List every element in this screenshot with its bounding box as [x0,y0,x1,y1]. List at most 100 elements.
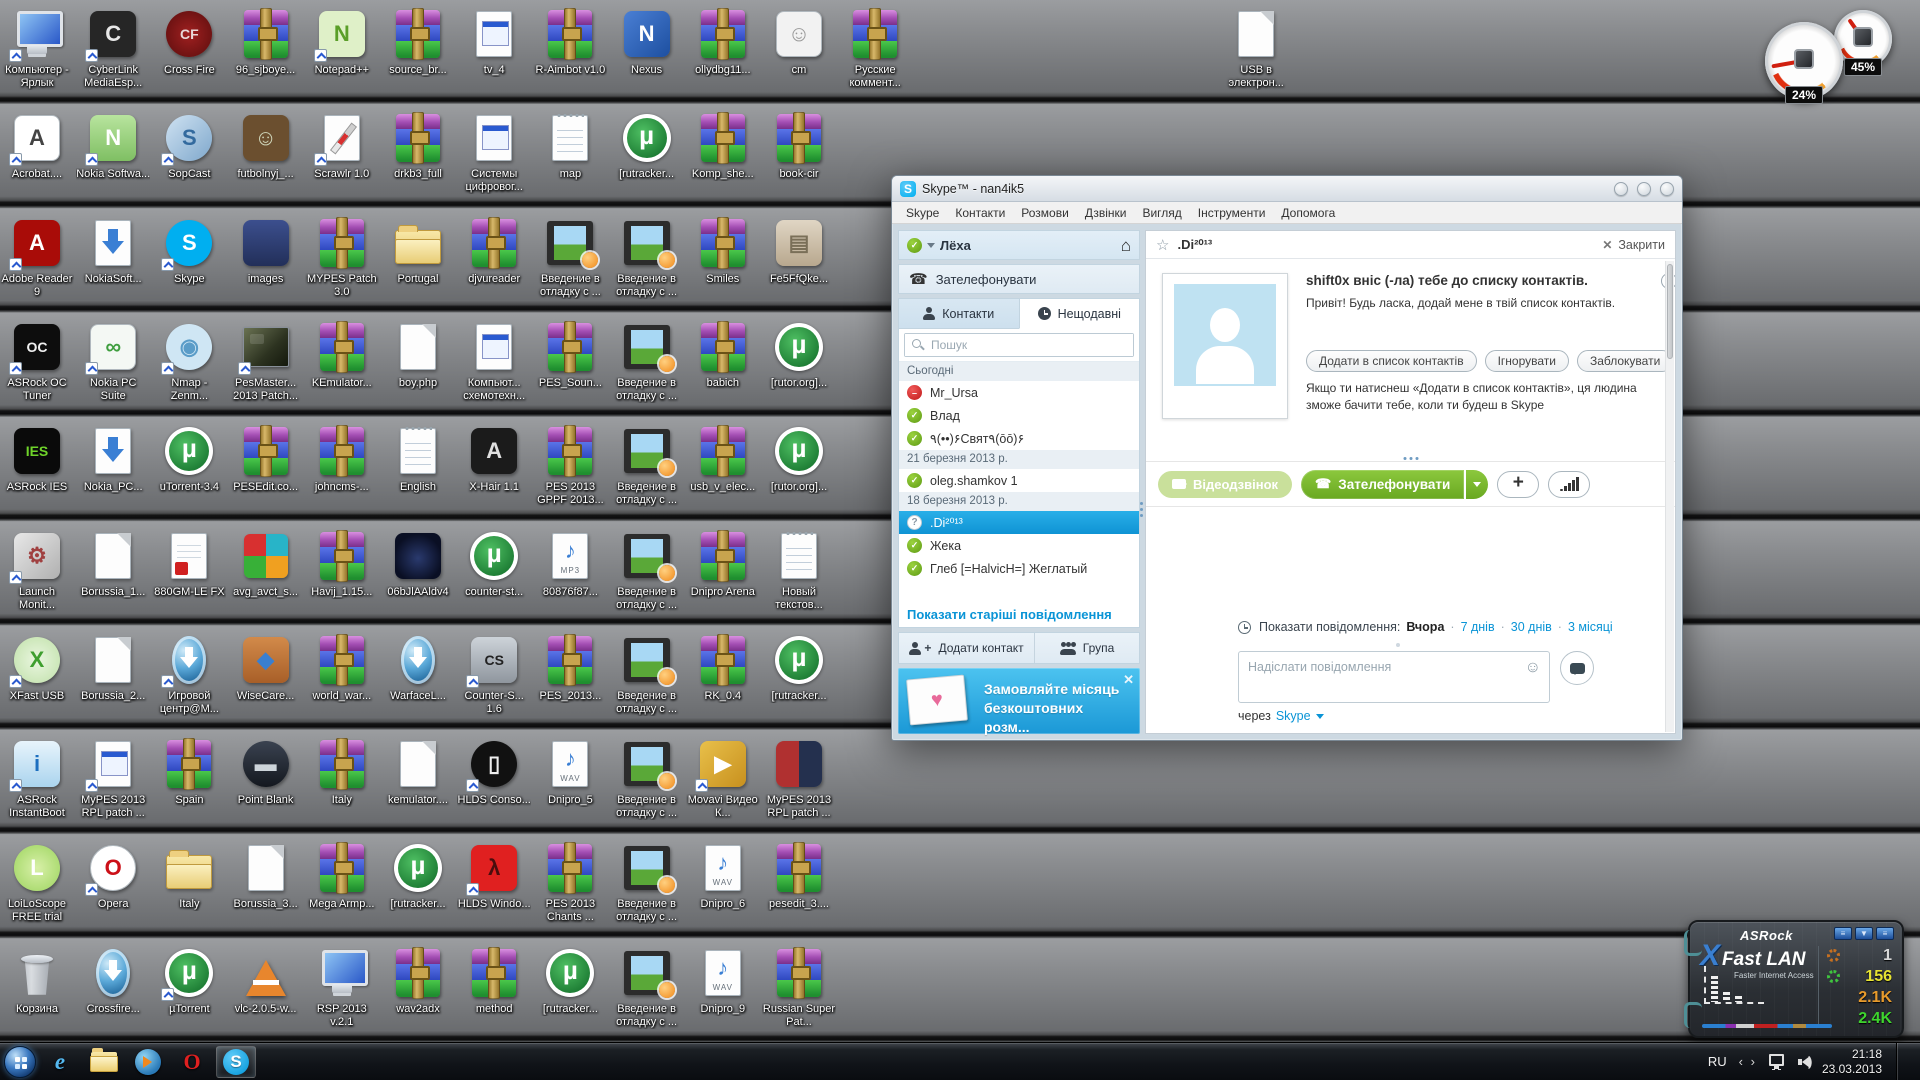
desktop-icon[interactable]: Введение в отладку с ... [611,321,683,403]
cpu-meter-gauge[interactable]: 24% [1765,22,1843,100]
add-contact-button[interactable]: + Додати контакт [899,633,1035,663]
desktop-icon[interactable]: PesMaster... 2013 Patch... [230,321,302,403]
menu-item-дзвінки[interactable]: Дзвінки [1077,204,1135,222]
contact-item[interactable]: ✓٩(••)۶Свят٩(ōō)۶ [899,427,1139,450]
desktop-icon[interactable]: Italy [153,842,225,911]
desktop-icon[interactable]: Компьют... схемотехн... [458,321,530,403]
call-button[interactable]: ☎ Зателефонувати [1301,470,1464,499]
promo-banner[interactable]: ♥ Замовляйте місяць безкоштовних розм...… [898,668,1140,734]
desktop-icon[interactable]: boy.php [382,321,454,390]
contact-item[interactable]: ?.Di²⁰¹³ [899,511,1139,534]
desktop-icon[interactable]: ▬Point Blank [230,738,302,807]
desktop-icon[interactable]: [rutor.org]... [763,425,835,494]
desktop-icon[interactable]: Введение в отладку с ... [611,530,683,612]
desktop-icon[interactable]: USB в электрон... [1220,8,1292,90]
history-range-link[interactable]: 3 місяці [1568,618,1613,637]
menu-item-допомога[interactable]: Допомога [1273,204,1343,222]
desktop-icon[interactable]: NNexus [611,8,683,77]
taskbar-mediaplayer-button[interactable] [128,1046,168,1078]
menu-item-контакти[interactable]: Контакти [947,204,1013,222]
menu-item-вигляд[interactable]: Вигляд [1134,204,1189,222]
desktop-icon[interactable]: LLoiLoScope FREE trial [1,842,73,924]
desktop-icon[interactable]: OOpera [77,842,149,911]
desktop-icon[interactable]: djvureader [458,217,530,286]
close-button[interactable] [1660,182,1674,196]
desktop-icon[interactable]: Borussia_2... [77,634,149,703]
desktop-icon[interactable]: Введение в отладку с ... [611,634,683,716]
desktop-icon[interactable]: Корзина [1,947,73,1016]
desktop-icon[interactable]: PES 2013 GPPF 2013... [534,425,606,507]
xfast-dropdown-button[interactable]: ▼ [1855,927,1873,940]
desktop-icon[interactable]: AAcrobat.... [1,112,73,181]
desktop-icon[interactable]: Portugal [382,217,454,286]
desktop-icon[interactable]: tv_4 [458,8,530,77]
taskbar-ie-button[interactable]: e [40,1046,80,1078]
show-desktop-button[interactable] [1896,1043,1906,1080]
start-button[interactable] [4,1046,36,1078]
desktop-icon[interactable]: Borussia_1... [77,530,149,599]
desktop-icon[interactable]: Dnipro_5 [534,738,606,807]
desktop-icon[interactable]: Новый текстов... [763,530,835,612]
scrollbar[interactable] [1665,261,1674,732]
status-online-icon[interactable]: ✓ [907,238,922,253]
desktop-icon[interactable]: pesedit_3.... [763,842,835,911]
contact-item[interactable]: ✓Глеб [=HalvicH=] Жеглатый [899,557,1139,580]
request-action-button[interactable]: Ігнорувати [1485,350,1569,372]
desktop-icon[interactable]: OCASRock OC Tuner [1,321,73,403]
desktop-icon[interactable]: XXFast USB [1,634,73,703]
desktop-icon[interactable]: Borussia_3... [230,842,302,911]
desktop-icon[interactable]: iASRock InstantBoot [1,738,73,820]
desktop-icon[interactable]: ◉Nmap - Zenm... [153,321,225,403]
desktop-icon[interactable]: CFCross Fire [153,8,225,77]
desktop-icon[interactable]: Italy [306,738,378,807]
desktop-icon[interactable]: Spain [153,738,225,807]
desktop-icon[interactable]: PES 2013 Chants ... [534,842,606,924]
history-current[interactable]: Вчора [1406,618,1444,637]
desktop-icon[interactable]: method [458,947,530,1016]
desktop-icon[interactable]: Введение в отладку с ... [534,217,606,299]
desktop-icon[interactable]: vlc-2.0.5-w... [230,947,302,1016]
desktop-icon[interactable]: PES_Soun... [534,321,606,390]
desktop-icon[interactable]: counter-st... [458,530,530,599]
menu-item-skype[interactable]: Skype [898,204,947,222]
call-phones-button[interactable]: ☎ Зателефонувати [898,264,1140,294]
network-icon[interactable] [1769,1054,1784,1066]
desktop-icon[interactable]: 880GM-LE FX [153,530,225,599]
desktop-icon[interactable]: uTorrent-3.4 [153,425,225,494]
desktop-icon[interactable]: Введение в отладку с ... [611,947,683,1029]
xfast-list-button[interactable]: ≡ [1834,927,1852,940]
desktop-icon[interactable]: wav2adx [382,947,454,1016]
desktop-icon[interactable]: map [534,112,606,181]
desktop-icon[interactable]: ollydbg11... [687,8,759,77]
desktop-icon[interactable]: Введение в отладку с ... [611,738,683,820]
emoticon-icon[interactable]: ☺ [1525,659,1541,677]
sidebar-splitter[interactable] [1139,502,1143,518]
desktop-icon[interactable]: MyPES 2013 RPL patch ... [77,738,149,820]
request-action-button[interactable]: Заблокувати [1577,350,1673,372]
desktop-icon[interactable]: ▤Fe5FfQke... [763,217,835,286]
desktop-icon[interactable]: 80876f87... [534,530,606,599]
desktop-icon[interactable]: johncms-... [306,425,378,494]
show-older-link[interactable]: Показати старіші повідомлення [899,603,1139,627]
promo-close-icon[interactable]: ✕ [1123,672,1134,688]
desktop-icon[interactable]: AAdobe Reader 9 [1,217,73,299]
scrollbar-thumb[interactable] [1667,264,1673,359]
call-options-dropdown[interactable] [1464,470,1488,499]
desktop-icon[interactable]: avg_avct_s... [230,530,302,599]
desktop-icon[interactable]: Scrawlr 1.0 [306,112,378,181]
history-range-link[interactable]: 7 днів [1461,618,1495,637]
desktop-icon[interactable]: ☺futbolnyj_... [230,112,302,181]
message-input[interactable] [1239,652,1549,674]
via-app-link[interactable]: Skype [1276,709,1311,723]
desktop-icon[interactable]: Русские коммент... [839,8,911,90]
desktop-icon[interactable]: [rutracker... [763,634,835,703]
desktop-icon[interactable]: CSCounter-S... 1.6 [458,634,530,716]
desktop-icon[interactable]: MYPES Patch 3.0 [306,217,378,299]
chevron-down-icon[interactable] [1316,714,1324,723]
desktop-icon[interactable]: kemulator.... [382,738,454,807]
desktop-icon[interactable]: ⚙Launch Monit... [1,530,73,612]
desktop-icon[interactable]: IESASRock IES [1,425,73,494]
xfast-lan-gadget[interactable]: ≡ ▼ ≡ ASRock X Fast LAN Faster Internet … [1688,920,1904,1038]
desktop-icon[interactable]: MyPES 2013 RPL patch ... [763,738,835,820]
tab-contacts[interactable]: Контакти [899,299,1019,329]
